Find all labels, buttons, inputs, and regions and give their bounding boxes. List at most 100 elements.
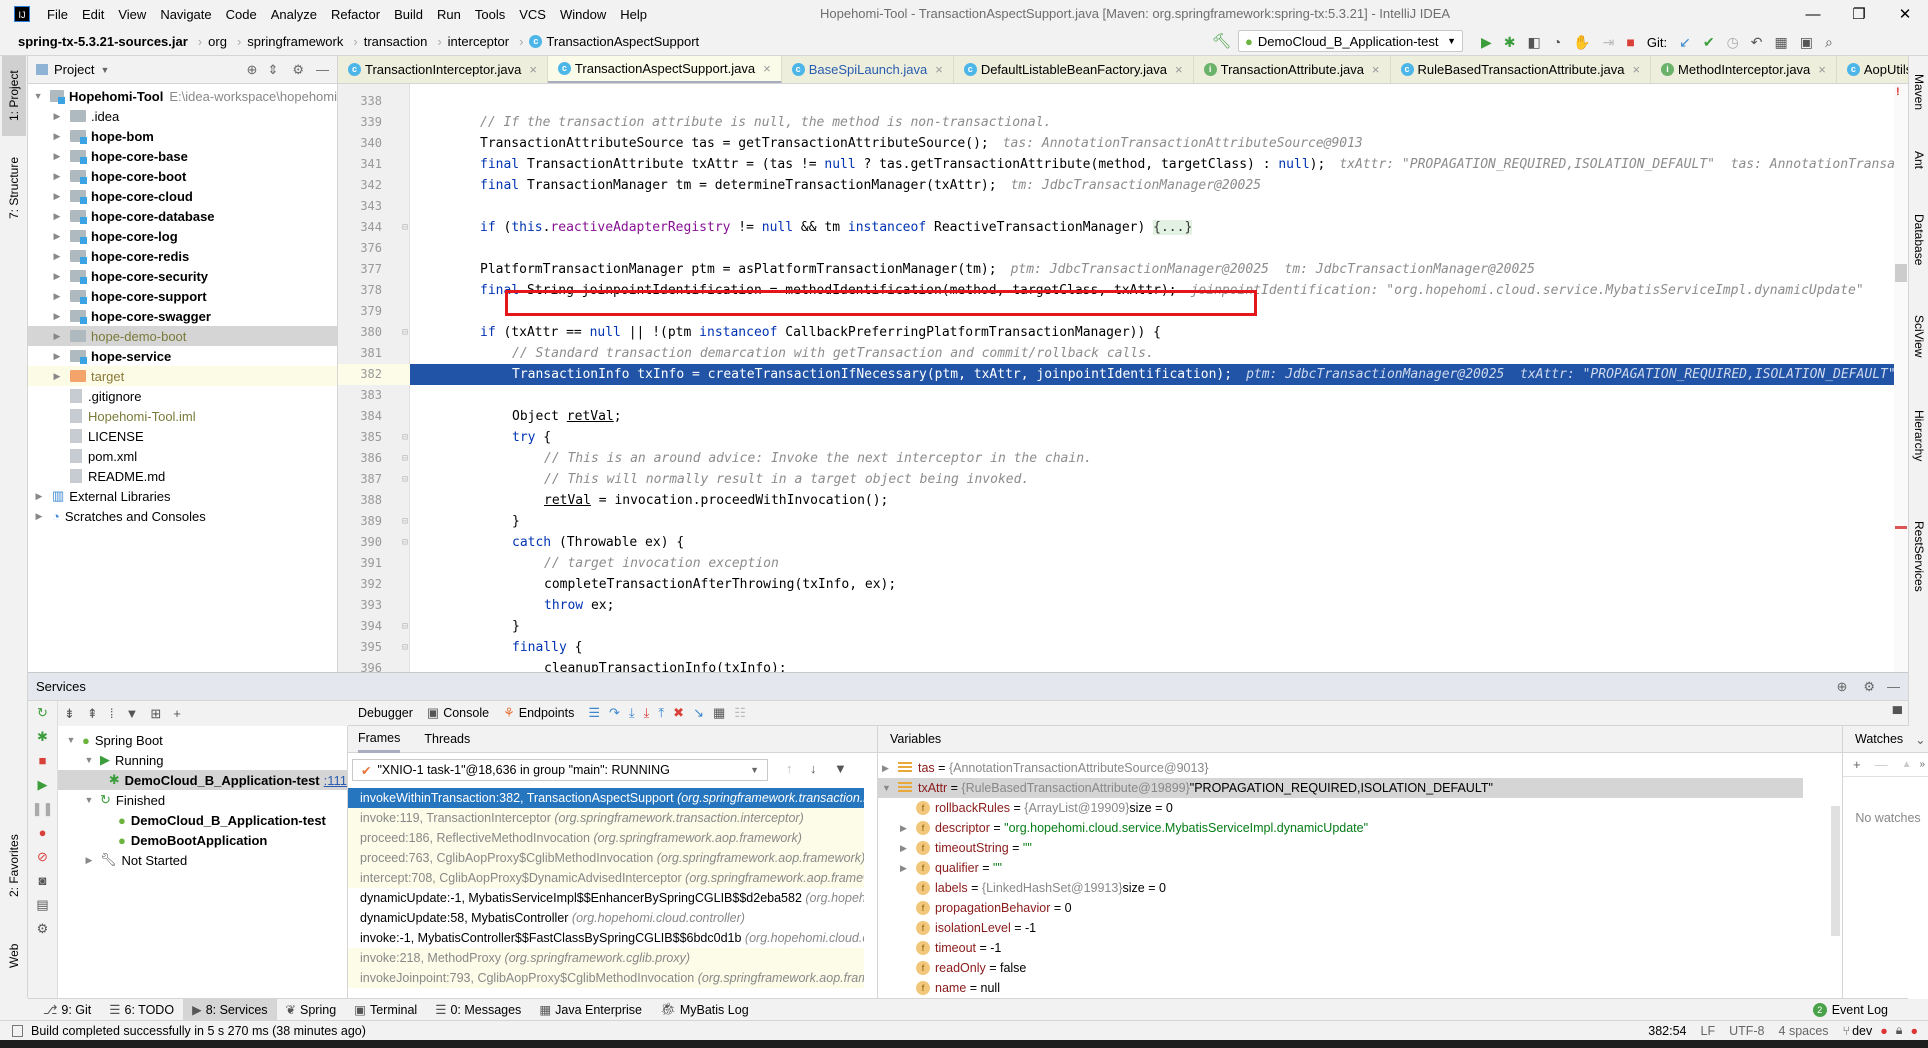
debug-icon[interactable]: ✱ [1504,34,1516,51]
tool-tab-hierarchy[interactable]: Hierarchy [1909,388,1928,484]
menu-view[interactable]: View [111,7,153,22]
tree-item-hope-core-redis[interactable]: ▶ hope-core-redis [28,246,337,266]
expand-arrow-icon[interactable]: ▶ [50,251,64,262]
expand-arrow-icon[interactable]: ▶ [50,231,64,242]
stack-frame[interactable]: dynamicUpdate:-1, MybatisServiceImpl$$En… [348,888,864,908]
tool-tab-spring[interactable]: ❦ Spring [277,999,346,1021]
breadcrumb-item[interactable]: TransactionAspectSupport [546,34,699,49]
expand-arrow-icon[interactable]: ▶ [50,311,64,322]
tool-tab-git[interactable]: ⎇ 9: Git [34,999,100,1021]
service-item[interactable]: ✱ DemoCloud_B_Application-test:111 [58,770,347,790]
history-icon[interactable]: ◷ [1727,34,1739,51]
step-into-icon[interactable]: ⤓ [629,705,635,721]
variable-row[interactable]: f name = null [878,978,1803,998]
stop-icon[interactable]: ■ [1626,34,1634,50]
lock-icon[interactable]: 🔒︎ [1896,1023,1903,1038]
editor-scrollbar[interactable] [1895,264,1907,282]
close-tab-icon[interactable]: × [529,62,537,77]
collapse-all-icon[interactable]: ⇞ [87,706,98,722]
stop-icon[interactable]: ■ [28,749,57,773]
stack-frame[interactable]: invoke:-1, MybatisController$$FastClassB… [348,928,864,948]
trace-icon[interactable]: ☷ [734,705,746,721]
stack-frame[interactable]: invoke:119, TransactionInterceptor (org.… [348,808,864,828]
variable-row[interactable]: f readOnly = false [878,958,1803,978]
mute-breakpoints-icon[interactable]: ⊘ [28,845,57,869]
variable-row[interactable]: ▶ tas = {AnnotationTransactionAttributeSo… [878,758,1803,778]
menu-build[interactable]: Build [387,7,430,22]
menu-file[interactable]: File [40,7,75,22]
tree-item-root[interactable]: ▼ Hopehomi-Tool E:\idea-workspace\hopehomi [28,86,337,106]
tree-item--gitignore[interactable]: .gitignore [28,386,337,406]
step-over-icon[interactable]: ↷ [609,705,620,721]
add-service-icon[interactable]: + [173,706,181,721]
expand-arrow-icon[interactable]: ▶ [50,331,64,342]
breadcrumb-item[interactable]: transaction [364,34,428,49]
line-number[interactable]: 396 [338,658,382,672]
error-stripe[interactable]: ! [1894,84,1908,672]
rerun-icon[interactable]: ↻ [28,701,57,725]
layout-icon[interactable]: ▤ [28,893,57,917]
build-hammer-icon[interactable]: 🔨︎ [1212,32,1231,50]
line-number[interactable]: 378 [338,280,382,301]
line-number[interactable]: 379 [338,301,382,322]
expand-arrow-icon[interactable]: ▶ [50,151,64,162]
step-icon[interactable]: ⇥ [1603,34,1615,51]
tool-tab-services[interactable]: ▶ 8: Services [183,998,277,1021]
fold-marker-icon[interactable]: ⊟ [402,322,408,343]
line-number[interactable]: 385 [338,427,382,448]
show-execution-point-icon[interactable]: ☰ [588,705,600,721]
presentation-icon[interactable]: ▣ [1800,34,1813,51]
stack-frame[interactable]: invokeJoinpoint:793, CglibAopProxy$Cglib… [348,968,864,988]
profile-icon[interactable]: ◔ [1553,34,1561,50]
thread-select[interactable]: ✔ "XNIO-1 task-1"@18,636 in group "main"… [352,759,768,781]
menu-refactor[interactable]: Refactor [324,7,387,22]
group-by-icon[interactable]: ⁞ [110,706,114,721]
expand-arrow-icon[interactable]: ▶ [50,171,64,182]
tree-item-hope-demo-boot[interactable]: ▶ hope-demo-boot [28,326,337,346]
locate-icon[interactable]: ⊕ [247,62,258,78]
tool-tab-database[interactable]: Database [1909,196,1928,284]
rollback-icon[interactable]: ↶ [1751,34,1763,51]
expand-arrow-icon[interactable]: ▼ [882,783,898,793]
stack-frame[interactable]: dynamicUpdate:58, MybatisController (org… [348,908,864,928]
tab-frames[interactable]: Frames [358,726,401,753]
filter-icon[interactable]: ▼ [125,706,138,721]
service-item[interactable]: ▶ 🔧︎ Not Started [58,850,347,870]
variable-row[interactable]: f isolationLevel = -1 [878,918,1803,938]
line-number[interactable]: 389 [338,511,382,532]
expand-arrow-icon[interactable]: ▼ [82,795,96,805]
more-icon[interactable]: » [1920,759,1926,770]
fold-marker-icon[interactable]: ⊟ [402,469,408,490]
fold-marker-icon[interactable]: ⊟ [402,511,408,532]
git-update-icon[interactable]: ↙ [1679,34,1691,51]
tool-tab-structure[interactable]: 7: Structure [2,148,26,228]
tool-tab-java-enterprise[interactable]: ▦ Java Enterprise [530,999,651,1021]
tree-item-pom-xml[interactable]: pom.xml [28,446,337,466]
coverage-icon[interactable]: ◧ [1528,34,1541,51]
variable-row[interactable]: ▶ f timeoutString = "" [878,838,1803,858]
event-log-button[interactable]: 2 Event Log [1812,1002,1888,1017]
arrow-up-icon[interactable]: ↑ [786,761,793,776]
stack-frame[interactable]: invoke:218, MethodProxy (org.springframe… [348,948,864,968]
line-number[interactable]: 387 [338,469,382,490]
line-number[interactable]: 341 [338,154,382,175]
stack-frame[interactable]: proceed:186, ReflectiveMethodInvocation … [348,828,864,848]
line-number[interactable]: 381 [338,343,382,364]
layout-settings-icon[interactable]: ▀ [1893,706,1902,721]
line-number[interactable]: 380 [338,322,382,343]
expand-arrow-icon[interactable]: ▶ [900,843,916,854]
tree-item-scratches-and-consoles[interactable]: ▶ ◔ Scratches and Consoles [28,506,337,526]
line-number[interactable]: 386 [338,448,382,469]
tool-tab-project[interactable]: 1: Project [2,56,26,136]
service-item[interactable]: ● DemoCloud_B_Application-test [58,810,347,830]
variable-row[interactable]: f labels = {LinkedHashSet@19913} size = 0 [878,878,1803,898]
line-number[interactable]: 342 [338,175,382,196]
caret-position[interactable]: 382:54 [1648,1024,1686,1038]
breadcrumb-item[interactable]: springframework [247,34,343,49]
resume-icon[interactable]: ▶ [28,773,57,797]
minimize-button[interactable]: — [1790,6,1836,23]
menu-navigate[interactable]: Navigate [153,7,218,22]
tree-item-readme-md[interactable]: README.md [28,466,337,486]
tool-tab-mybatis-log[interactable]: 🐞︎ MyBatis Log [651,999,758,1021]
line-number[interactable]: 392 [338,574,382,595]
